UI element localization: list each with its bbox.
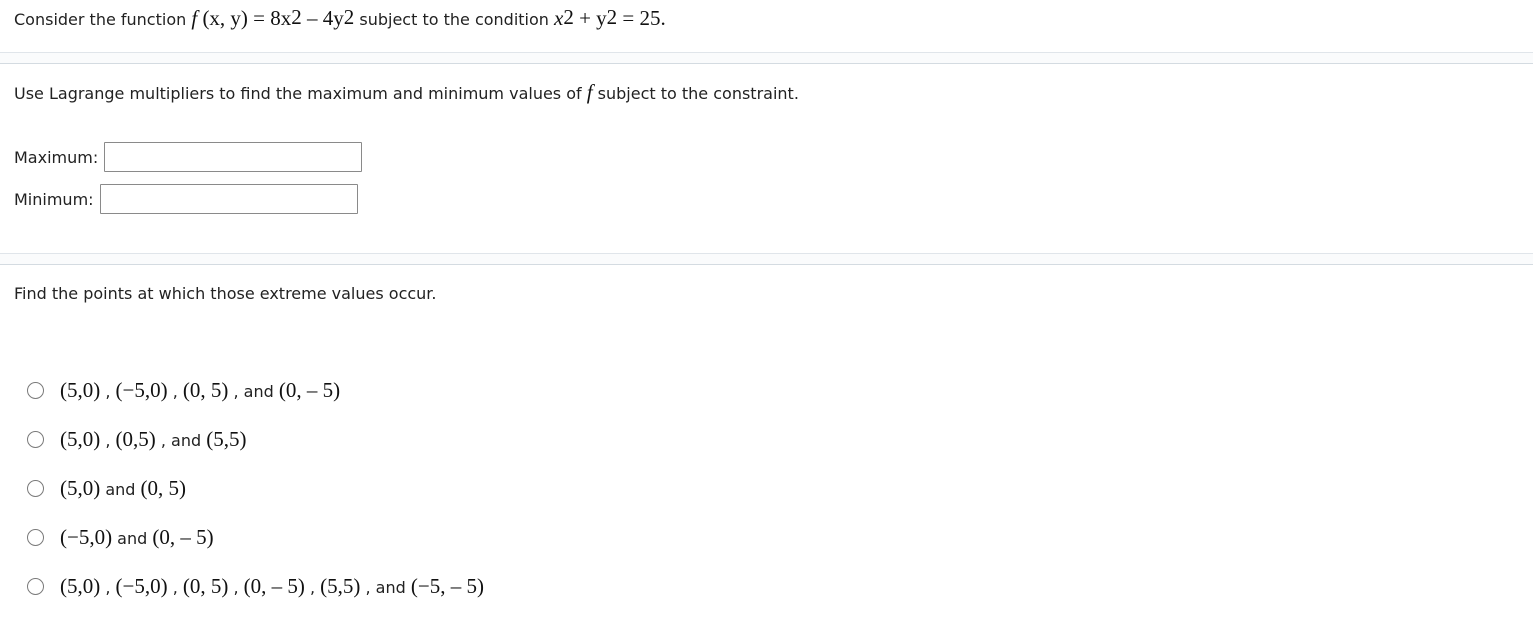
option-label: (5,0) , (0,5) , and (5,5) bbox=[60, 427, 246, 452]
question-intro-text: Consider the function bbox=[14, 10, 192, 29]
math-point: (5,0) bbox=[60, 574, 101, 598]
part2-prompt-text: Find the points at which those extreme v… bbox=[14, 284, 437, 303]
option-connector-text: and bbox=[100, 480, 141, 499]
minimum-label: Minimum: bbox=[14, 189, 94, 209]
option-label: (5,0) , (−5,0) , (0, 5) , (0, – 5) , (5,… bbox=[60, 574, 484, 599]
section-divider bbox=[0, 52, 1533, 64]
maximum-input[interactable] bbox=[104, 142, 363, 172]
option-connector-text: , bbox=[100, 431, 116, 450]
answer-option[interactable]: (5,0) , (−5,0) , (0, 5) , and (0, – 5) bbox=[27, 378, 340, 403]
radio-button[interactable] bbox=[27, 578, 44, 595]
option-connector-text: , and bbox=[360, 578, 411, 597]
answer-option[interactable]: (−5,0) and (0, – 5) bbox=[27, 525, 214, 550]
math-point: (5,5) bbox=[320, 574, 361, 598]
math-point: (5,0) bbox=[60, 427, 101, 451]
maximum-row: Maximum: bbox=[14, 142, 363, 172]
minimum-row: Minimum: bbox=[14, 184, 358, 214]
part1-prompt-tail: subject to the constraint. bbox=[592, 84, 799, 103]
option-connector-text: , and bbox=[155, 431, 207, 450]
math-point: (0, – 5) bbox=[278, 378, 341, 402]
radio-button[interactable] bbox=[27, 529, 44, 546]
option-connector-text: , bbox=[100, 382, 116, 401]
constraint-plus-y: + y bbox=[573, 6, 607, 30]
math-point: (0, – 5) bbox=[152, 525, 214, 549]
math-point: (−5, – 5) bbox=[410, 574, 484, 598]
question-statement: Consider the function f (x, y) = 8x 2 – 4… bbox=[14, 5, 666, 30]
math-point: (5,5) bbox=[206, 427, 247, 451]
minimum-input[interactable] bbox=[99, 184, 358, 214]
math-point: (0, – 5) bbox=[243, 574, 305, 598]
math-point: (5,0) bbox=[60, 476, 101, 500]
option-connector-text: , bbox=[100, 578, 116, 597]
math-point: (0, 5) bbox=[182, 378, 229, 402]
option-label: (−5,0) and (0, – 5) bbox=[60, 525, 214, 550]
option-connector-text: , bbox=[304, 578, 321, 597]
constraint-end: = 25. bbox=[617, 6, 666, 30]
option-label: (5,0) and (0, 5) bbox=[60, 476, 186, 501]
radio-button[interactable] bbox=[27, 431, 44, 448]
part1-prompt: Use Lagrange multipliers to find the max… bbox=[14, 80, 799, 105]
subject-text: subject to the condition bbox=[354, 10, 554, 29]
answer-option[interactable]: (5,0) , (0,5) , and (5,5) bbox=[27, 427, 246, 452]
math-point: (−5,0) bbox=[115, 378, 168, 402]
math-point: (−5,0) bbox=[60, 525, 113, 549]
part1-prompt-text: Use Lagrange multipliers to find the max… bbox=[14, 84, 587, 103]
function-args: (x, y) = 8x bbox=[197, 6, 292, 30]
option-label: (5,0) , (−5,0) , (0, 5) , and (0, – 5) bbox=[60, 378, 340, 403]
option-connector-text: , bbox=[228, 578, 244, 597]
maximum-label: Maximum: bbox=[14, 147, 99, 167]
radio-button[interactable] bbox=[27, 382, 44, 399]
constraint-x: x bbox=[554, 6, 564, 30]
answer-option[interactable]: (5,0) , (−5,0) , (0, 5) , (0, – 5) , (5,… bbox=[27, 574, 484, 599]
math-point: (0, 5) bbox=[140, 476, 187, 500]
part2-prompt: Find the points at which those extreme v… bbox=[14, 284, 437, 303]
math-point: (5,0) bbox=[60, 378, 101, 402]
math-point: (0, 5) bbox=[182, 574, 229, 598]
option-connector-text: and bbox=[112, 529, 153, 548]
option-connector-text: , and bbox=[228, 382, 279, 401]
math-point: (0,5) bbox=[115, 427, 156, 451]
answer-option[interactable]: (5,0) and (0, 5) bbox=[27, 476, 186, 501]
math-point: (−5,0) bbox=[115, 574, 168, 598]
option-connector-text: , bbox=[167, 382, 183, 401]
function-minus-term: – 4y bbox=[301, 6, 344, 30]
option-connector-text: , bbox=[167, 578, 183, 597]
section-divider bbox=[0, 253, 1533, 265]
radio-button[interactable] bbox=[27, 480, 44, 497]
